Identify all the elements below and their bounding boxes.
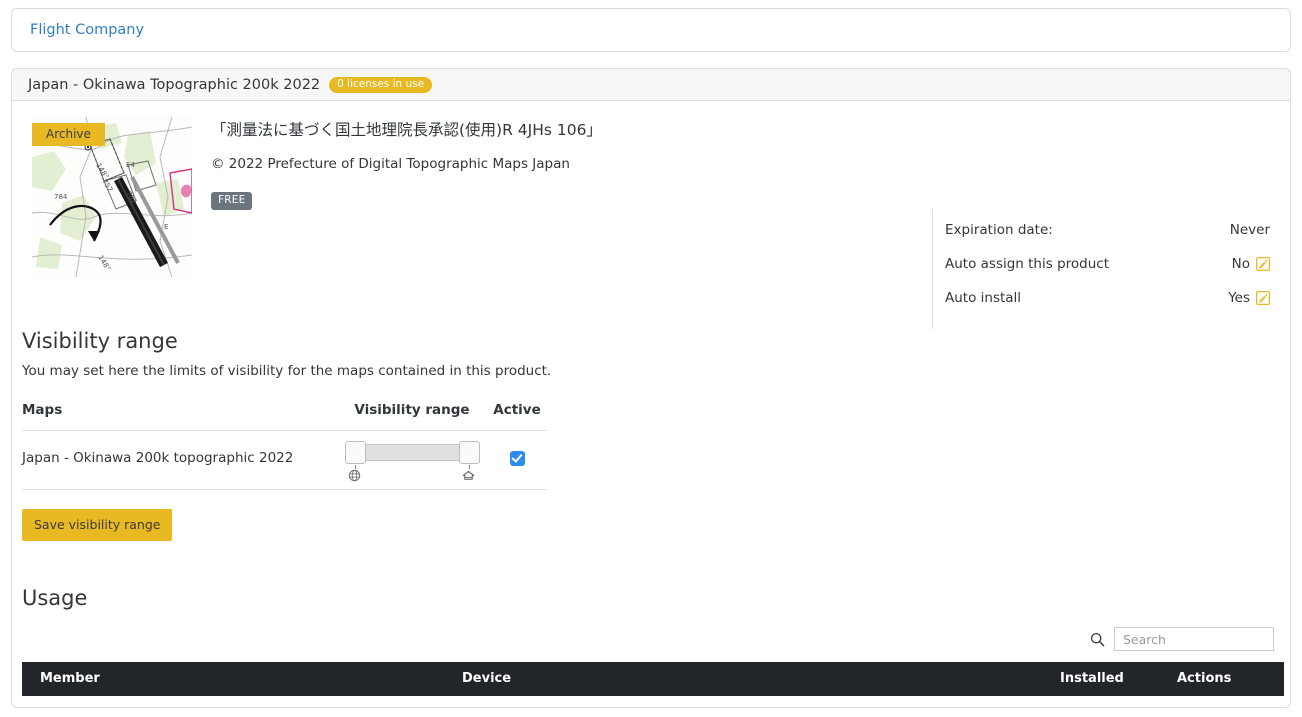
house-icon — [462, 469, 476, 483]
visibility-table-header-row: Maps Visibility range Active — [22, 402, 547, 431]
member-group: pilot@company.com — [40, 705, 195, 709]
device-link[interactable]: 1af421ea-59a9-4eb9-ab4f-94235899cca6 / i… — [462, 706, 785, 707]
info-row-auto-assign: Auto assign this product No — [945, 247, 1290, 281]
visibility-description: You may set here the limits of visibilit… — [22, 363, 552, 379]
search-input[interactable] — [1114, 627, 1274, 651]
slider-handle-min[interactable] — [344, 441, 366, 464]
envelope-icon — [40, 708, 54, 709]
svg-text:784: 784 — [54, 193, 68, 201]
visibility-range-cell — [337, 430, 487, 490]
product-legal-title: 「測量法に基づく国土地理院長承認(使用)R 4JHs 106」 — [211, 121, 602, 139]
svg-text:E4: E4 — [126, 161, 135, 169]
search-icon — [1090, 632, 1105, 647]
usage-section: Usage Member Device — [22, 586, 1284, 709]
expiration-value-group: Never — [1230, 222, 1270, 238]
actions-cell — [1177, 696, 1284, 707]
col-device: Device — [452, 662, 1052, 696]
info-row-auto-install: Auto install Yes — [945, 281, 1290, 315]
active-cell — [487, 430, 547, 490]
info-row-expiration: Expiration date: Never — [945, 213, 1290, 247]
product-meta: 「測量法に基づく国土地理院長承認(使用)R 4JHs 106」 © 2022 P… — [211, 117, 602, 277]
col-member: Member — [22, 662, 452, 696]
expiration-value: Never — [1229, 222, 1270, 238]
auto-install-label: Auto install — [945, 290, 1022, 306]
archive-badge: Archive — [32, 123, 105, 146]
col-actions: Actions — [1177, 662, 1284, 696]
usage-heading: Usage — [22, 586, 88, 610]
col-maps: Maps — [22, 402, 337, 431]
breadcrumb-company-link[interactable]: Flight Company — [30, 22, 144, 38]
auto-install-value-group: Yes — [1228, 290, 1271, 306]
breadcrumb: Flight Company — [11, 8, 1291, 52]
member-cell: pilot@company.com — [22, 696, 452, 709]
visibility-heading: Visibility range — [22, 329, 178, 353]
table-row: Japan - Okinawa 200k topographic 2022 — [22, 430, 547, 490]
page-title: Japan - Okinawa Topographic 200k 2022 — [28, 76, 321, 93]
product-card: Japan - Okinawa Topographic 200k 2022 0 … — [11, 68, 1291, 708]
usage-toolbar — [22, 627, 1284, 651]
installed-value: N/A — [1052, 696, 1177, 707]
auto-assign-value-group: No — [1231, 256, 1271, 272]
expiration-label: Expiration date: — [945, 222, 1053, 238]
save-visibility-range-button[interactable]: Save visibility range — [22, 509, 173, 541]
price-badge: FREE — [211, 192, 253, 210]
auto-assign-value: No — [1231, 256, 1250, 272]
member-email-link[interactable]: pilot@company.com — [58, 705, 195, 707]
auto-assign-label: Auto assign this product — [945, 256, 1109, 272]
product-card-header: Japan - Okinawa Topographic 200k 2022 0 … — [12, 69, 1290, 101]
table-row: pilot@company.com 1af421ea-59a9-4eb9-ab4… — [22, 696, 1284, 709]
globe-icon — [348, 469, 362, 483]
svg-text:E: E — [164, 223, 168, 231]
usage-table-header-row: Member Device Installed Actions — [22, 662, 1284, 696]
col-active: Active — [487, 402, 547, 431]
edit-pencil-icon[interactable] — [1255, 290, 1271, 306]
product-thumbnail: Archive 784 782 E4 E 148° 148° 757 — [32, 117, 192, 277]
active-checkbox[interactable] — [509, 450, 525, 466]
col-installed: Installed — [1052, 662, 1177, 696]
map-name: Japan - Okinawa 200k topographic 2022 — [22, 430, 337, 490]
visibility-range-section: Visibility range You may set here the li… — [22, 329, 582, 541]
device-cell: 1af421ea-59a9-4eb9-ab4f-94235899cca6 / i… — [452, 696, 1052, 707]
licenses-badge: 0 licenses in use — [329, 76, 433, 93]
license-info-panel: Expiration date: Never Auto assign this … — [932, 209, 1290, 329]
edit-pencil-icon[interactable] — [1255, 256, 1271, 272]
page-root: Flight Company Japan - Okinawa Topograph… — [0, 0, 1302, 717]
col-visibility-range: Visibility range — [337, 402, 487, 431]
visibility-range-slider[interactable] — [344, 441, 480, 482]
visibility-table: Maps Visibility range Active Japan - Oki… — [22, 402, 547, 490]
product-copyright: © 2022 Prefecture of Digital Topographic… — [211, 156, 570, 173]
usage-table: Member Device Installed Actions — [22, 662, 1284, 709]
product-card-body: Archive 784 782 E4 E 148° 148° 757 「測量法に… — [12, 101, 1290, 707]
slider-handle-max[interactable] — [458, 441, 480, 464]
auto-install-value: Yes — [1228, 290, 1250, 306]
